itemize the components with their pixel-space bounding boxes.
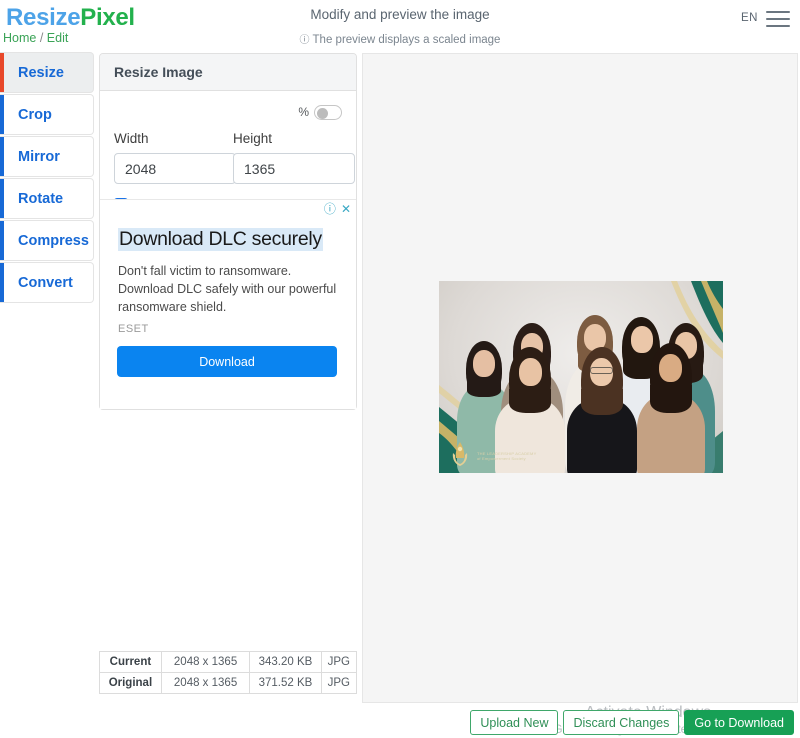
height-field-group: Height — [228, 131, 342, 184]
nav-indicator — [0, 95, 4, 134]
height-input[interactable] — [233, 153, 355, 184]
row-filesize: 371.52 KB — [250, 673, 321, 694]
dimensions-row: Width Height — [114, 131, 342, 184]
panel-header: Resize Image — [100, 54, 356, 91]
percent-toggle-row: % — [114, 101, 342, 123]
language-selector[interactable]: EN — [741, 12, 758, 24]
panel-title: Resize Image — [100, 64, 203, 80]
width-input[interactable] — [114, 153, 236, 184]
ad-description: Don't fall victim to ransomware. Downloa… — [118, 262, 346, 316]
emblem-text: THE LEADERSHIP ACADEMY of Empowerment So… — [477, 451, 536, 461]
image-preview[interactable]: THE LEADERSHIP ACADEMY of Empowerment So… — [439, 281, 723, 473]
row-dimensions: 2048 x 1365 — [161, 673, 249, 694]
table-row: Current 2048 x 1365 343.20 KB JPG — [100, 652, 357, 673]
row-filesize: 343.20 KB — [250, 652, 321, 673]
upload-new-button[interactable]: Upload New — [470, 710, 558, 735]
sidebar-item-label: Mirror — [0, 149, 60, 165]
ad-download-button[interactable]: Download — [117, 346, 337, 377]
advertisement: ⓘ ✕ Download DLC securely Don't fall vic… — [100, 199, 356, 409]
sidebar-item-mirror[interactable]: Mirror — [0, 136, 94, 177]
sidebar-nav: Resize Crop Mirror Rotate Compress Conve… — [0, 52, 94, 304]
go-to-download-button[interactable]: Go to Download — [684, 710, 794, 735]
image-info-table: Current 2048 x 1365 343.20 KB JPG Origin… — [99, 651, 357, 694]
width-field-group: Width — [114, 131, 228, 184]
emblem-text-line2: of Empowerment Society — [477, 456, 536, 461]
hamburger-bar — [766, 25, 790, 27]
nav-indicator — [0, 221, 4, 260]
hamburger-bar — [766, 11, 790, 13]
toggle-knob — [317, 108, 328, 119]
app-header: ResizePixel Home / Edit Modify and previ… — [0, 0, 800, 48]
preview-area: THE LEADERSHIP ACADEMY of Empowerment So… — [362, 53, 798, 703]
ad-info-icon[interactable]: ⓘ — [324, 203, 336, 215]
page-subtitle: ⓘ The preview displays a scaled image — [0, 31, 800, 46]
resize-panel: Resize Image % Width Height Fixed aspect… — [99, 53, 357, 410]
page-subtitle-text: The preview displays a scaled image — [313, 34, 501, 46]
percent-toggle-switch[interactable] — [314, 105, 342, 120]
sidebar-item-convert[interactable]: Convert — [0, 262, 94, 303]
sidebar-item-label: Crop — [0, 107, 52, 123]
hamburger-bar — [766, 18, 790, 20]
sidebar-item-resize[interactable]: Resize — [0, 52, 94, 93]
info-circle-icon: ⓘ — [300, 35, 310, 46]
nav-indicator — [0, 137, 4, 176]
row-label: Original — [100, 673, 162, 694]
academy-emblem-icon — [445, 439, 475, 469]
person-front-3 — [637, 343, 705, 473]
ad-close-icon[interactable]: ✕ — [341, 203, 351, 215]
person-front-2 — [567, 347, 637, 473]
sidebar-item-label: Rotate — [0, 191, 63, 207]
sidebar-item-crop[interactable]: Crop — [0, 94, 94, 135]
active-indicator — [0, 53, 4, 92]
sidebar-item-compress[interactable]: Compress — [0, 220, 94, 261]
action-bar: Upload New Discard Changes Go to Downloa… — [470, 710, 794, 735]
row-format: JPG — [321, 652, 356, 673]
sidebar-item-label: Convert — [0, 275, 73, 291]
ad-brand-name: ESET — [118, 323, 149, 335]
page-title: Modify and preview the image — [0, 7, 800, 22]
nav-indicator — [0, 179, 4, 218]
table-row: Original 2048 x 1365 371.52 KB JPG — [100, 673, 357, 694]
height-label: Height — [233, 131, 342, 146]
row-dimensions: 2048 x 1365 — [161, 652, 249, 673]
row-label: Current — [100, 652, 162, 673]
discard-changes-button[interactable]: Discard Changes — [563, 710, 679, 735]
sidebar-item-label: Resize — [0, 65, 64, 81]
percent-label: % — [298, 105, 309, 119]
ad-headline[interactable]: Download DLC securely — [118, 228, 323, 251]
nav-indicator — [0, 263, 4, 302]
ad-controls: ⓘ ✕ — [324, 203, 351, 215]
sidebar-item-rotate[interactable]: Rotate — [0, 178, 94, 219]
panel-body: % Width Height Fixed aspect ratio Resize… — [100, 91, 356, 409]
sidebar-item-label: Compress — [0, 233, 89, 249]
hamburger-menu-icon[interactable] — [766, 11, 790, 29]
row-format: JPG — [321, 673, 356, 694]
width-label: Width — [114, 131, 228, 146]
